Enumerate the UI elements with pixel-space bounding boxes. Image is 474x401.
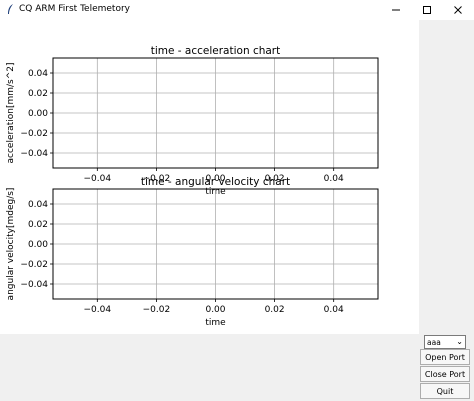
quit-button[interactable]: Quit bbox=[420, 383, 470, 399]
x-tick-label: 0.00 bbox=[205, 305, 225, 315]
y-tick-label: 0.00 bbox=[28, 109, 48, 119]
x-tick-label: 0.02 bbox=[265, 305, 285, 315]
y-tick-label: −0.02 bbox=[20, 260, 48, 270]
x-axis-label: time bbox=[205, 318, 226, 328]
y-axis-label: angular velocity[mdeg/s] bbox=[6, 188, 16, 301]
bottom-panel bbox=[0, 334, 474, 401]
y-tick-label: −0.04 bbox=[20, 280, 48, 290]
open-port-button[interactable]: Open Port bbox=[420, 349, 470, 365]
control-sidebar bbox=[419, 20, 474, 334]
chart-title: time - acceleration chart bbox=[151, 45, 281, 57]
x-tick-label: 0.04 bbox=[324, 305, 344, 315]
minimize-icon[interactable] bbox=[382, 0, 410, 20]
x-tick-label: −0.04 bbox=[84, 174, 112, 184]
y-tick-label: −0.04 bbox=[20, 149, 48, 159]
port-select[interactable]: aaa ⌄ bbox=[424, 335, 466, 349]
chart-title: time - angular velocity chart bbox=[141, 176, 290, 188]
x-tick-label: −0.02 bbox=[143, 305, 171, 315]
y-tick-label: −0.02 bbox=[20, 129, 48, 139]
maximize-icon[interactable] bbox=[413, 0, 441, 20]
y-axis-label: acceleration[mm/s^2] bbox=[6, 63, 16, 164]
y-tick-label: 0.04 bbox=[28, 200, 48, 210]
plot-canvas: −0.04 −0.02 0.00 0.02 0.04 0.04 0.02 0.00 −0.02 −… bbox=[0, 20, 419, 334]
window-title: CQ ARM First Telemetory bbox=[19, 4, 130, 14]
port-select-value: aaa bbox=[427, 338, 441, 347]
y-tick-label: 0.02 bbox=[28, 220, 48, 230]
y-tick-label: 0.04 bbox=[28, 69, 48, 79]
close-icon[interactable] bbox=[444, 0, 472, 20]
feather-icon bbox=[8, 4, 13, 14]
x-tick-label: −0.04 bbox=[84, 305, 112, 315]
title-bar: CQ ARM First Telemetory bbox=[0, 0, 474, 20]
charts-svg: −0.04 −0.02 0.00 0.02 0.04 0.04 0.02 0.00 −0.02 −… bbox=[6, 45, 379, 328]
y-tick-label: 0.00 bbox=[28, 240, 48, 250]
x-tick-label: 0.04 bbox=[324, 174, 344, 184]
chevron-down-icon: ⌄ bbox=[456, 337, 463, 346]
close-port-button[interactable]: Close Port bbox=[420, 366, 470, 382]
y-tick-label: 0.02 bbox=[28, 89, 48, 99]
